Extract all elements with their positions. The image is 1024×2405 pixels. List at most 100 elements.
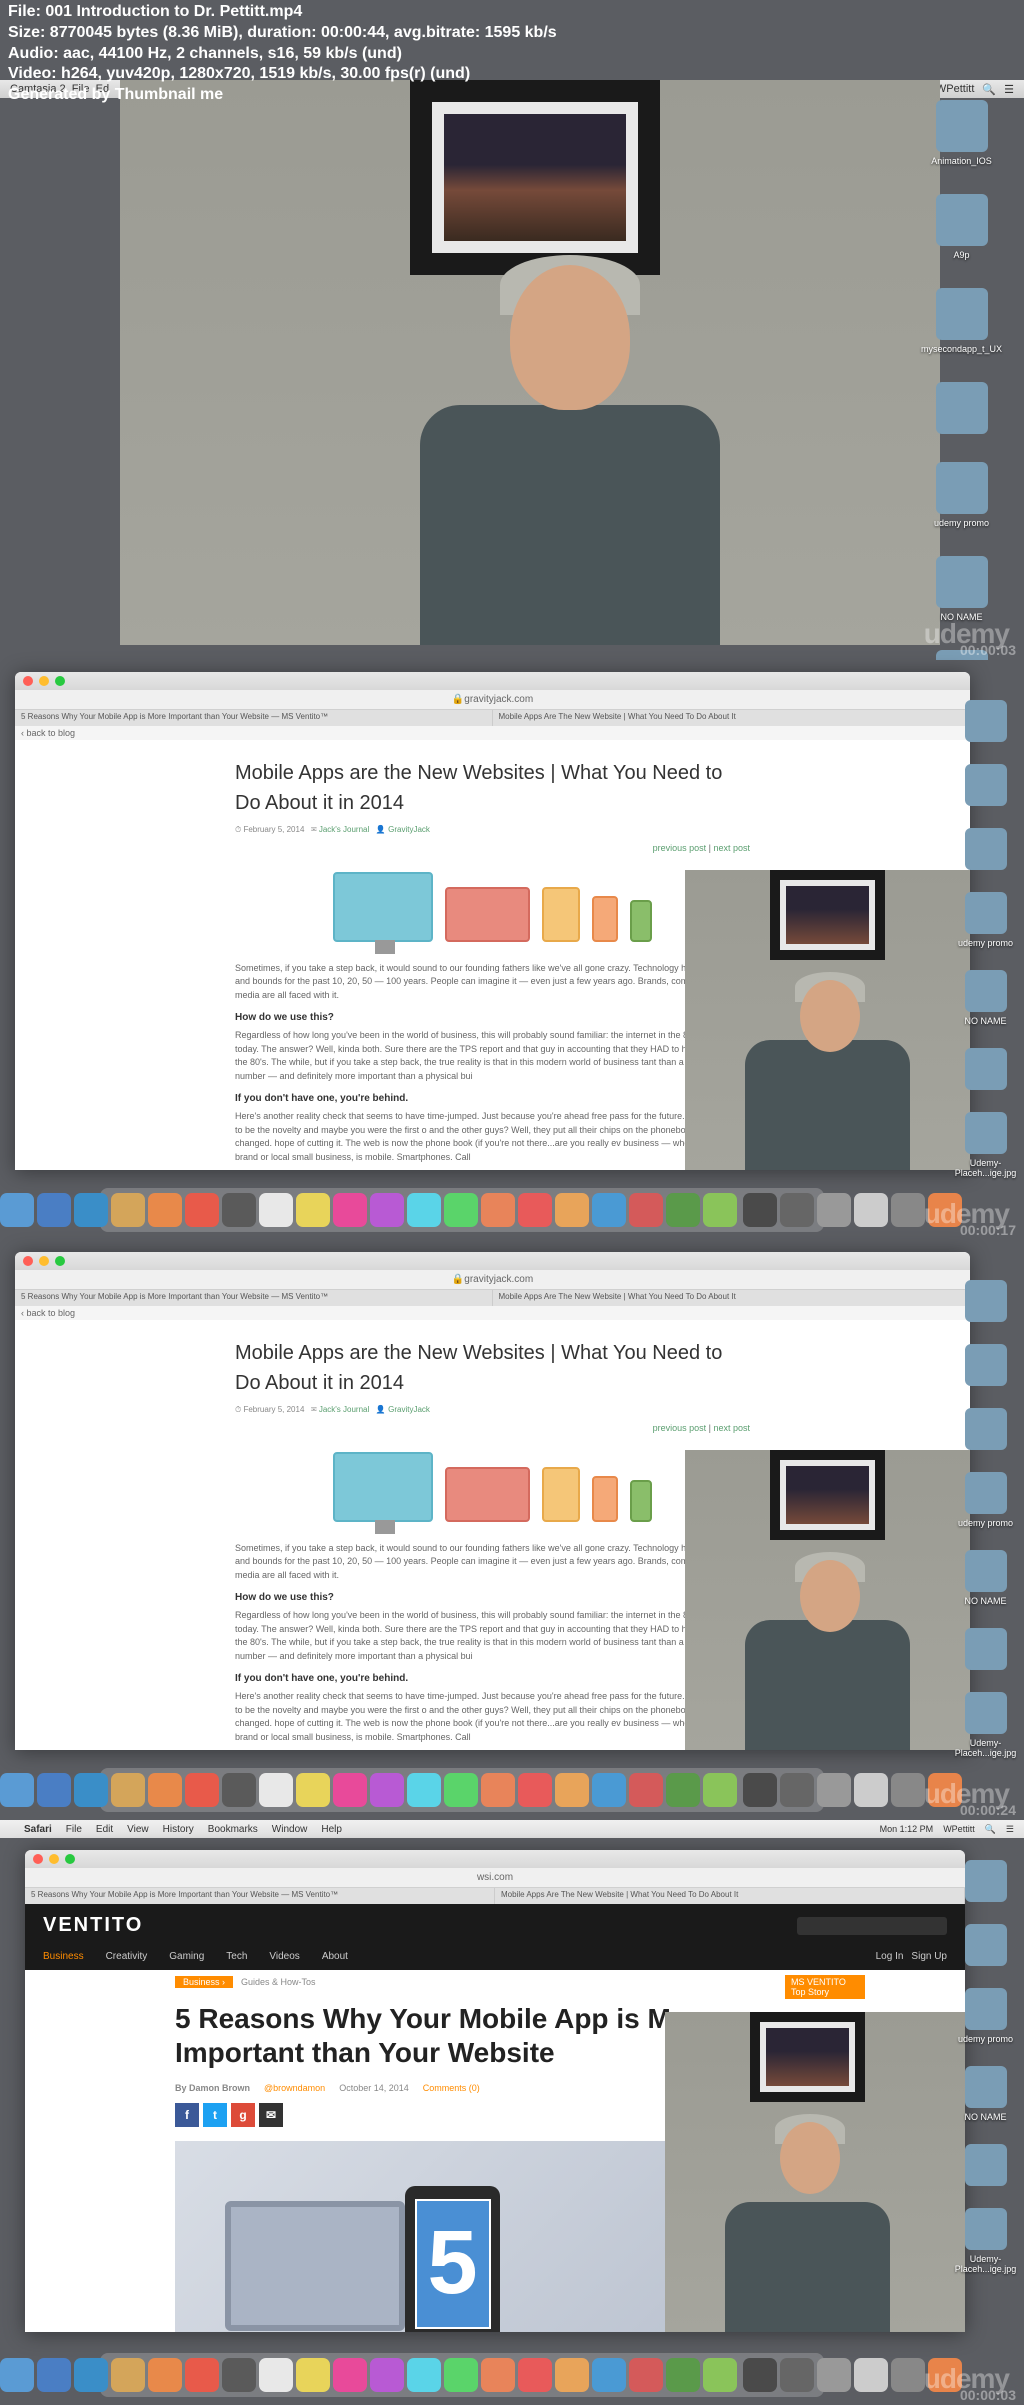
dock-app-icon[interactable] [259, 1193, 293, 1227]
desktop-file-icon[interactable]: Udemy-Placeh...ige.jpg [953, 1692, 1018, 1758]
menu-view[interactable]: View [127, 1824, 149, 1835]
dock-app-icon[interactable] [629, 1193, 663, 1227]
dock-app-icon[interactable] [111, 1193, 145, 1227]
dock-app-icon[interactable] [555, 2358, 589, 2392]
desktop-file-icon[interactable]: NO NAME [914, 556, 1009, 622]
dock-app-icon[interactable] [592, 1193, 626, 1227]
dock-app-icon[interactable] [518, 1193, 552, 1227]
dock-app-icon[interactable] [444, 2358, 478, 2392]
desktop-file-icon[interactable] [953, 1628, 1018, 1670]
nav-gaming[interactable]: Gaming [169, 1951, 204, 1962]
back-to-blog[interactable]: ‹ back to blog [15, 726, 970, 740]
menu-edit[interactable]: Edit [96, 1824, 113, 1835]
tab-1[interactable]: 5 Reasons Why Your Mobile App is More Im… [15, 710, 493, 726]
desktop-file-icon[interactable]: A9p [914, 194, 1009, 260]
dock-app-icon[interactable] [481, 1773, 515, 1807]
desktop-file-icon[interactable] [953, 1408, 1018, 1450]
dock-app-icon[interactable] [891, 1773, 925, 1807]
twitter-icon[interactable]: t [203, 2103, 227, 2127]
nav-videos[interactable]: Videos [269, 1951, 299, 1962]
dock-app-icon[interactable] [817, 1773, 851, 1807]
facebook-icon[interactable]: f [175, 2103, 199, 2127]
dock-app-icon[interactable] [185, 2358, 219, 2392]
dock-app-icon[interactable] [780, 1193, 814, 1227]
dock-app-icon[interactable] [555, 1773, 589, 1807]
dock-app-icon[interactable] [111, 2358, 145, 2392]
dock-app-icon[interactable] [74, 2358, 108, 2392]
search-icon[interactable]: 🔍 [985, 1824, 996, 1835]
menu-icon[interactable]: ☰ [1006, 1824, 1014, 1835]
dock-app-icon[interactable] [0, 1193, 34, 1227]
desktop-file-icon[interactable] [953, 1344, 1018, 1386]
menu-icon[interactable]: ☰ [1004, 83, 1014, 96]
dock-app-icon[interactable] [0, 1773, 34, 1807]
menu-history[interactable]: History [163, 1824, 194, 1835]
address-bar-4[interactable]: wsi.com [25, 1868, 965, 1888]
dock-app-icon[interactable] [333, 1773, 367, 1807]
dock-app-icon[interactable] [743, 1773, 777, 1807]
dock-app-icon[interactable] [407, 2358, 441, 2392]
dock-app-icon[interactable] [296, 1773, 330, 1807]
menu-app[interactable]: Safari [24, 1824, 52, 1835]
tab-2[interactable]: Mobile Apps Are The New Website | What Y… [495, 1888, 965, 1904]
dock-app-icon[interactable] [518, 1773, 552, 1807]
dock-app-icon[interactable] [74, 1773, 108, 1807]
maximize-button[interactable] [65, 1854, 75, 1864]
dock-app-icon[interactable] [407, 1773, 441, 1807]
desktop-file-icon[interactable]: Animation_IOS [914, 100, 1009, 166]
desktop-file-icon[interactable]: udemy promo [914, 462, 1009, 528]
comments-link[interactable]: Comments (0) [423, 2083, 480, 2093]
dock-app-icon[interactable] [703, 1193, 737, 1227]
dock-app-icon[interactable] [296, 1193, 330, 1227]
dock-app-icon[interactable] [780, 2358, 814, 2392]
dock-app-icon[interactable] [222, 1193, 256, 1227]
desktop-file-icon[interactable]: Udemy-Placeh...ige.jpg [953, 1112, 1018, 1178]
dock-app-icon[interactable] [743, 2358, 777, 2392]
nav-tech[interactable]: Tech [226, 1951, 247, 1962]
menu-file[interactable]: File [66, 1824, 82, 1835]
dock-app-icon[interactable] [148, 1193, 182, 1227]
dock-app-icon[interactable] [444, 1193, 478, 1227]
dock-app-icon[interactable] [592, 1773, 626, 1807]
search-icon[interactable]: 🔍 [982, 83, 996, 96]
dock-app-icon[interactable] [185, 1773, 219, 1807]
dock-app-icon[interactable] [74, 1193, 108, 1227]
desktop-file-icon[interactable] [953, 1280, 1018, 1322]
desktop-file-icon[interactable]: Udemy-Placeh...ige.jpg [953, 2208, 1018, 2274]
menu-window[interactable]: Window [272, 1824, 308, 1835]
back-to-blog-3[interactable]: ‹ back to blog [15, 1306, 970, 1320]
desktop-file-icon[interactable]: NO NAME [953, 970, 1018, 1026]
dock-app-icon[interactable] [407, 1193, 441, 1227]
dock-app-icon[interactable] [333, 2358, 367, 2392]
desktop-file-icon[interactable] [953, 1860, 1018, 1902]
desktop-file-icon[interactable]: NO NAME [953, 2066, 1018, 2122]
address-bar[interactable]: 🔒 gravityjack.com [15, 690, 970, 710]
dock-app-icon[interactable] [148, 2358, 182, 2392]
address-bar-3[interactable]: 🔒 gravityjack.com [15, 1270, 970, 1290]
crumb-business[interactable]: Business › [175, 1976, 233, 1988]
dock-app-icon[interactable] [481, 1193, 515, 1227]
desktop-file-icon[interactable] [953, 2144, 1018, 2186]
crumb-guides[interactable]: Guides & How-Tos [241, 1977, 316, 1987]
prev-post[interactable]: previous post [653, 1423, 707, 1433]
next-post[interactable]: next post [713, 1423, 750, 1433]
desktop-file-icon[interactable] [953, 1924, 1018, 1966]
dock-app-icon[interactable] [666, 2358, 700, 2392]
site-search[interactable] [797, 1917, 947, 1935]
tab-1[interactable]: 5 Reasons Why Your Mobile App is More Im… [25, 1888, 495, 1904]
dock-app-icon[interactable] [37, 1773, 71, 1807]
dock-app-icon[interactable] [592, 2358, 626, 2392]
dock-app-icon[interactable] [891, 2358, 925, 2392]
dock-app-icon[interactable] [854, 1773, 888, 1807]
dock-app-icon[interactable] [370, 1193, 404, 1227]
dock-app-icon[interactable] [743, 1193, 777, 1227]
dock-app-icon[interactable] [0, 2358, 34, 2392]
dock-app-icon[interactable] [666, 1193, 700, 1227]
dock-app-icon[interactable] [185, 1193, 219, 1227]
desktop-file-icon[interactable]: mysecondapp_t_UX [914, 288, 1009, 354]
dock-app-icon[interactable] [222, 1773, 256, 1807]
dock-app-icon[interactable] [629, 2358, 663, 2392]
minimize-button[interactable] [39, 676, 49, 686]
dock-app-icon[interactable] [370, 1773, 404, 1807]
close-button[interactable] [33, 1854, 43, 1864]
